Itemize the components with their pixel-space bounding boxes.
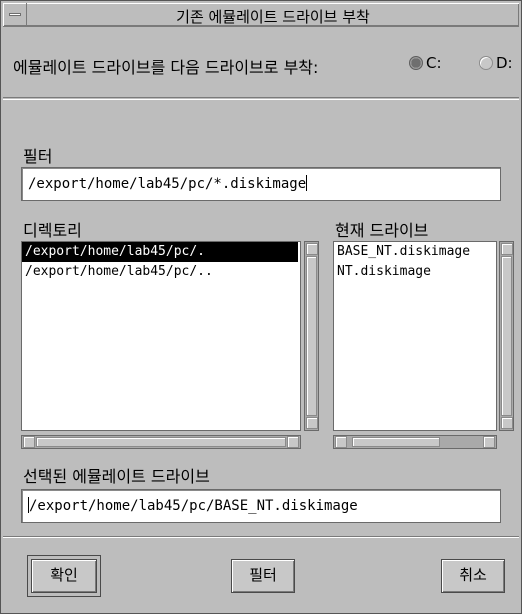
button-bar: 확인 필터 취소 <box>3 536 519 613</box>
scroll-left-arrow-icon[interactable] <box>335 436 347 448</box>
window-menu-icon <box>9 13 21 16</box>
drive-radio-d[interactable]: D: <box>479 54 513 74</box>
scroll-up-arrow-icon[interactable] <box>501 243 513 255</box>
file-selection-panel: 필터 /export/home/lab45/pc/*.diskimage 디렉토… <box>3 99 519 535</box>
drive-item[interactable]: NT.diskimage <box>334 262 496 282</box>
directory-list[interactable]: /export/home/lab45/pc/. /export/home/lab… <box>21 241 301 431</box>
drive-radio-d-label: D: <box>496 54 513 72</box>
window-menu-button[interactable] <box>3 3 27 25</box>
current-drives-horizontal-scroll-thumb[interactable] <box>352 437 440 447</box>
drive-item[interactable]: BASE_NT.diskimage <box>334 242 496 262</box>
filter-button[interactable]: 필터 <box>231 559 295 593</box>
current-drives-list[interactable]: BASE_NT.diskimage NT.diskimage <box>333 241 497 431</box>
current-drives-vertical-scroll-thumb[interactable] <box>501 256 512 416</box>
directory-vertical-scroll-thumb[interactable] <box>306 256 317 416</box>
scroll-down-arrow-icon[interactable] <box>501 417 513 429</box>
filter-input[interactable]: /export/home/lab45/pc/*.diskimage <box>21 167 501 201</box>
radio-unselected-icon <box>479 56 493 70</box>
title-bar[interactable]: 기존 에뮬레이트 드라이브 부착 <box>3 3 519 27</box>
directory-horizontal-scroll-thumb[interactable] <box>36 437 286 447</box>
selected-drive-label: 선택된 에뮬레이트 드라이브 <box>23 467 210 486</box>
text-caret <box>306 175 308 191</box>
scroll-down-arrow-icon[interactable] <box>306 417 318 429</box>
attach-drive-dialog: 기존 에뮬레이트 드라이브 부착 에뮬레이트 드라이브를 다음 드라이브로 부착… <box>0 0 522 614</box>
scroll-up-arrow-icon[interactable] <box>306 243 318 255</box>
current-drives-label: 현재 드라이브 <box>335 221 429 240</box>
window-title: 기존 에뮬레이트 드라이브 부착 <box>176 8 370 26</box>
drive-radio-c[interactable]: C: <box>409 54 442 74</box>
ok-button[interactable]: 확인 <box>27 555 101 597</box>
directory-vertical-scrollbar[interactable] <box>304 241 319 431</box>
current-drives-horizontal-scrollbar[interactable] <box>333 435 497 449</box>
attach-prompt-label: 에뮬레이트 드라이브를 다음 드라이브로 부착: <box>13 58 319 77</box>
directories-label: 디렉토리 <box>23 221 82 240</box>
filter-input-value: /export/home/lab45/pc/*.diskimage <box>28 176 307 192</box>
filter-label: 필터 <box>23 147 53 166</box>
scroll-left-arrow-icon[interactable] <box>23 436 35 448</box>
scroll-right-arrow-icon[interactable] <box>287 436 299 448</box>
directory-horizontal-scrollbar[interactable] <box>21 435 301 449</box>
drive-selector-panel: 에뮬레이트 드라이브를 다음 드라이브로 부착: C: D: <box>3 28 519 98</box>
directory-item[interactable]: /export/home/lab45/pc/.. <box>22 262 300 282</box>
current-drives-vertical-scrollbar[interactable] <box>499 241 514 431</box>
selected-drive-input-value: /export/home/lab45/pc/BASE_NT.diskimage <box>29 498 358 514</box>
cancel-button[interactable]: 취소 <box>441 559 505 593</box>
drive-radio-c-label: C: <box>426 54 442 72</box>
scroll-right-arrow-icon[interactable] <box>483 436 495 448</box>
directory-item[interactable]: /export/home/lab45/pc/. <box>22 242 298 262</box>
radio-selected-icon <box>409 56 423 70</box>
selected-drive-input[interactable]: /export/home/lab45/pc/BASE_NT.diskimage <box>21 489 501 523</box>
